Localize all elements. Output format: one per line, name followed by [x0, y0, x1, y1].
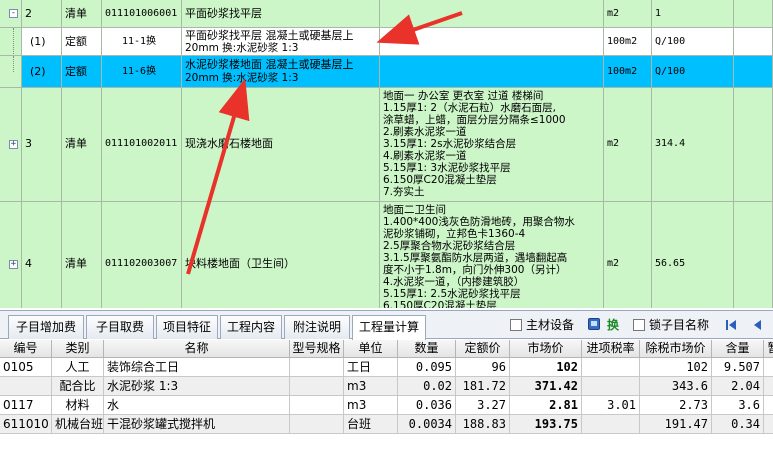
tab-item-fee[interactable]: 子目取费: [86, 315, 154, 339]
tab-work-content[interactable]: 工程内容: [220, 315, 282, 339]
item-grid: - 2 清单 011101006001 平面砂浆找平层 m2 1 (1) 定额 …: [0, 0, 773, 308]
col-header-category[interactable]: 类别: [52, 340, 104, 358]
lock-name-label: 锁子目名称: [649, 318, 710, 332]
tab-item-features[interactable]: 项目特征: [156, 315, 218, 339]
annotation-arrow: [376, 11, 463, 45]
col-header-content[interactable]: 含量: [712, 340, 764, 358]
col-header-quota-price[interactable]: 定额价: [456, 340, 510, 358]
tab-quantity-calc[interactable]: 工程量计算: [352, 315, 426, 340]
tab-item-surcharge[interactable]: 子目增加费: [8, 315, 84, 339]
col-header-extra[interactable]: 暂: [764, 340, 773, 358]
col-header-market-price[interactable]: 市场价: [510, 340, 582, 358]
col-header-quantity[interactable]: 数量: [398, 340, 456, 358]
col-header-unit[interactable]: 单位: [344, 340, 398, 358]
col-header-code[interactable]: 编号: [0, 340, 52, 358]
col-header-net-price[interactable]: 除税市场价: [640, 340, 712, 358]
resource-grid: 编号 类别 名称 型号规格 单位 数量 定额价 市场价 进项税率 除税市场价 含…: [0, 340, 773, 454]
lock-name-checkbox[interactable]: [633, 319, 645, 331]
monitor-icon[interactable]: [588, 318, 600, 330]
col-header-spec[interactable]: 型号规格: [290, 340, 344, 358]
first-page-icon[interactable]: [724, 318, 738, 332]
annotation-arrow: [186, 78, 250, 275]
swap-button[interactable]: 换: [607, 317, 619, 333]
detail-tab-bar: 子目增加费 子目取费 项目特征 工程内容 附注说明 工程量计算 主材设备 换 锁…: [0, 310, 773, 340]
col-header-name[interactable]: 名称: [104, 340, 290, 358]
main-material-label: 主材设备: [526, 318, 575, 332]
prev-page-icon[interactable]: [750, 318, 764, 332]
annotation-arrows: [186, 11, 463, 275]
tab-notes[interactable]: 附注说明: [284, 315, 350, 339]
main-material-checkbox[interactable]: [510, 319, 522, 331]
col-header-tax-rate[interactable]: 进项税率: [582, 340, 640, 358]
